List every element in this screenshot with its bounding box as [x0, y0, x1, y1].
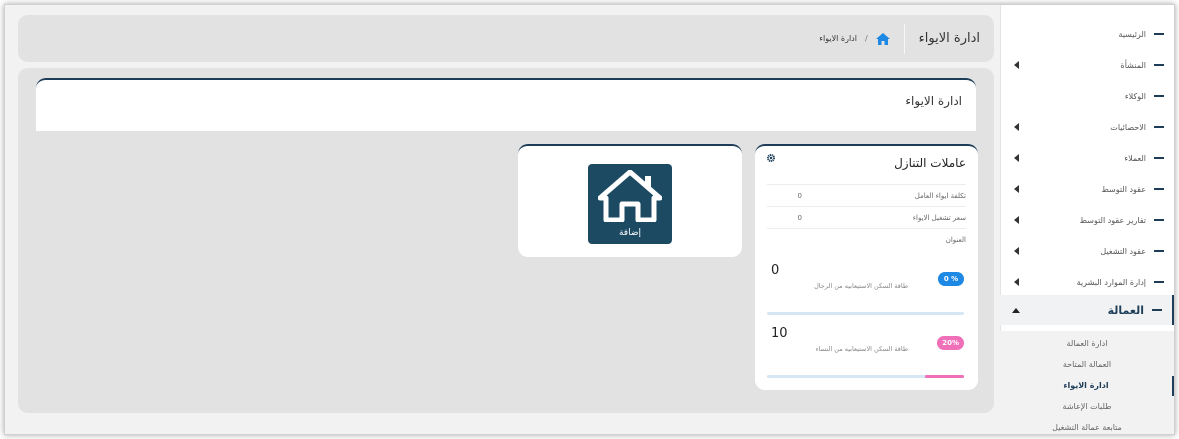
percent-badge-women: 20%: [937, 336, 964, 350]
dash-icon: [1154, 126, 1164, 128]
percent-badge-men: 0 %: [938, 272, 964, 286]
row-label: تكلفة ايواء العامل: [914, 191, 966, 200]
caret-left-icon: [1014, 185, 1019, 193]
submenu-item-housing-management[interactable]: ادارة الايواء: [1000, 376, 1174, 396]
gear-icon[interactable]: [767, 154, 775, 162]
row-value: 0: [797, 213, 802, 222]
sidebar-item-label: تقارير عقود التوسط: [1079, 215, 1146, 225]
stats-row: العنوان: [767, 228, 966, 250]
dash-icon: [1154, 188, 1164, 190]
progress-bar-men: [767, 312, 964, 315]
house-icon: [598, 170, 662, 222]
sidebar-item-agents[interactable]: الوكلاء: [1000, 86, 1174, 106]
sidebar-item-label: إدارة الموارد البشرية: [1076, 277, 1146, 287]
metric-number-men: 0: [771, 263, 780, 278]
stats-card-title: عاملات التنازل: [894, 156, 966, 170]
progress-bar-women: [767, 375, 964, 378]
stats-card: عاملات التنازل تكلفة ايواء العامل 0 سعر …: [755, 144, 978, 390]
dash-icon: [1154, 95, 1164, 97]
caret-left-icon: [1014, 278, 1019, 286]
metric-label-women: طاقة السكن الاستيعابيه من النساء: [815, 345, 908, 353]
caret-left-icon: [1014, 154, 1019, 162]
breadcrumb-current[interactable]: ادارة الايواء: [819, 34, 857, 43]
home-icon[interactable]: [875, 32, 890, 45]
sidebar-item-mediation-contracts[interactable]: عقود التوسط: [1000, 179, 1174, 199]
metric-number-women: 10: [771, 326, 788, 341]
row-label: سعر تشغيل الايواء: [912, 213, 966, 222]
divider: [903, 23, 905, 54]
add-button-label: إضافة: [618, 228, 641, 238]
breadcrumb-separator: /: [864, 34, 868, 43]
content-area: ادارة الايواء عاملات التنازل تكلفة ايواء…: [18, 68, 994, 413]
page-header: ادارة الايواء: [36, 78, 976, 131]
dash-icon: [1154, 157, 1164, 159]
dash-icon: [1154, 281, 1164, 283]
page-header-title: ادارة الايواء: [905, 94, 962, 108]
caret-up-icon: [1012, 307, 1020, 313]
stats-row: تكلفة ايواء العامل 0: [767, 184, 966, 206]
caret-left-icon: [1014, 216, 1019, 224]
sidebar-item-label: العمالة: [1107, 303, 1144, 317]
sidebar-item-label: عقود التوسط: [1101, 184, 1146, 194]
sidebar-item-operation-contracts[interactable]: عقود التشغيل: [1000, 241, 1174, 261]
app-frame: ادارة الايواء / ادارة الايواء ادارة الاي…: [4, 4, 1175, 435]
progress-fill-women: [924, 375, 964, 378]
breadcrumb-bar: ادارة الايواء / ادارة الايواء: [18, 15, 994, 62]
sidebar-item-label: العملاء: [1124, 153, 1146, 163]
caret-left-icon: [1014, 123, 1019, 131]
add-housing-button[interactable]: إضافة: [588, 164, 672, 244]
submenu-item-available-labor[interactable]: العمالة المتاحة: [1000, 355, 1174, 375]
sidebar-item-label: الاحصائيات: [1110, 122, 1146, 132]
dash-icon: [1154, 64, 1164, 66]
page-title: ادارة الايواء: [918, 31, 980, 46]
stats-row: سعر تشغيل الايواء 0: [767, 206, 966, 228]
submenu-item-labor-management[interactable]: ادارة العمالة: [1000, 334, 1174, 354]
row-label: العنوان: [945, 235, 966, 244]
dash-icon: [1152, 309, 1162, 311]
sidebar-item-statistics[interactable]: الاحصائيات: [1000, 117, 1174, 137]
dash-icon: [1154, 250, 1164, 252]
submenu-item-operation-followup[interactable]: متابعة عمالة التشغيل: [1000, 418, 1174, 434]
sidebar-item-labor[interactable]: العمالة: [1000, 295, 1174, 325]
caret-left-icon: [1014, 247, 1019, 255]
sidebar-item-home[interactable]: الرئيسية: [1000, 24, 1174, 44]
sidebar-item-label: الوكلاء: [1124, 91, 1146, 101]
sidebar-item-facility[interactable]: المنشأة: [1000, 55, 1174, 75]
dash-icon: [1154, 33, 1164, 35]
row-value: 0: [797, 191, 802, 200]
sidebar: الرئيسية المنشأة الوكلاء الاحصائيات العم…: [1000, 5, 1174, 434]
dash-icon: [1154, 219, 1164, 221]
caret-left-icon: [1014, 61, 1019, 69]
metric-label-men: طاقة السكن الاستيعابيه من الرجال: [814, 282, 908, 290]
sidebar-submenu: ادارة العمالة العمالة المتاحة ادارة الاي…: [1000, 331, 1174, 434]
add-card: إضافة: [518, 144, 742, 257]
sidebar-item-label: الرئيسية: [1118, 29, 1146, 39]
sidebar-item-hr[interactable]: إدارة الموارد البشرية: [1000, 272, 1174, 292]
submenu-item-subsistence-requests[interactable]: طلبات الإعاشة: [1000, 397, 1174, 417]
sidebar-item-mediation-reports[interactable]: تقارير عقود التوسط: [1000, 210, 1174, 230]
sidebar-item-label: عقود التشغيل: [1100, 246, 1146, 256]
sidebar-item-label: المنشأة: [1120, 60, 1146, 70]
sidebar-item-clients[interactable]: العملاء: [1000, 148, 1174, 168]
